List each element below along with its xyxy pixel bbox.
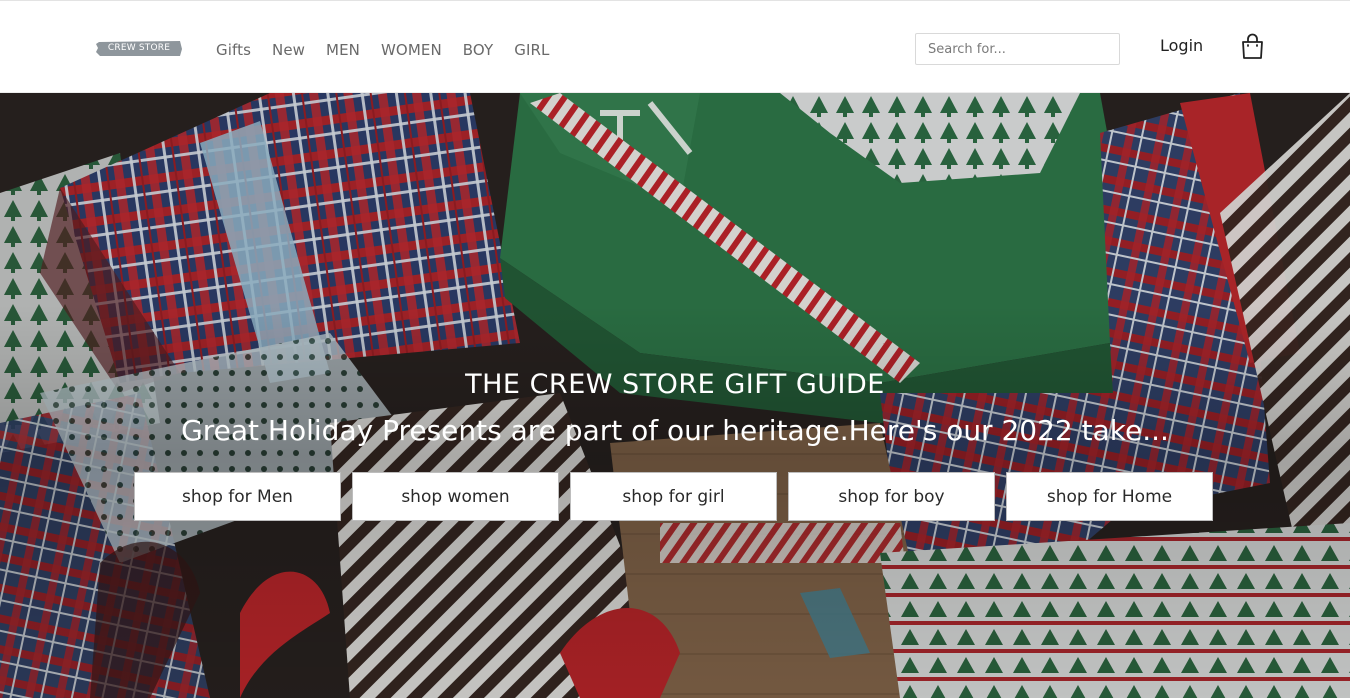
shop-men-button[interactable]: shop for Men [134, 472, 341, 521]
main-nav: Gifts New MEN WOMEN BOY GIRL [216, 39, 571, 61]
shop-boy-button[interactable]: shop for boy [788, 472, 995, 521]
login-link[interactable]: Login [1160, 36, 1203, 55]
shopping-bag-icon[interactable] [1240, 33, 1265, 60]
shop-girl-button[interactable]: shop for girl [570, 472, 777, 521]
shop-women-button[interactable]: shop women [352, 472, 559, 521]
nav-link-women[interactable]: WOMEN [381, 41, 442, 59]
nav-link-boy[interactable]: BOY [463, 41, 493, 59]
hero-banner: THE CREW STORE GIFT GUIDE Great Holiday … [0, 93, 1350, 698]
logo-text: CREW STORE [107, 43, 171, 53]
nav-link-new[interactable]: New [272, 41, 305, 59]
search-input[interactable] [915, 33, 1120, 65]
nav-link-gifts[interactable]: Gifts [216, 41, 251, 59]
hero-subtitle: Great Holiday Presents are part of our h… [181, 414, 1169, 447]
nav-link-men[interactable]: MEN [326, 41, 360, 59]
nav-link-girl[interactable]: GIRL [514, 41, 549, 59]
site-header: CREW STORE Gifts New MEN WOMEN BOY GIRL … [0, 0, 1350, 93]
site-logo[interactable]: CREW STORE [96, 40, 182, 57]
hero-title: THE CREW STORE GIFT GUIDE [465, 369, 885, 400]
shop-home-button[interactable]: shop for Home [1006, 472, 1213, 521]
